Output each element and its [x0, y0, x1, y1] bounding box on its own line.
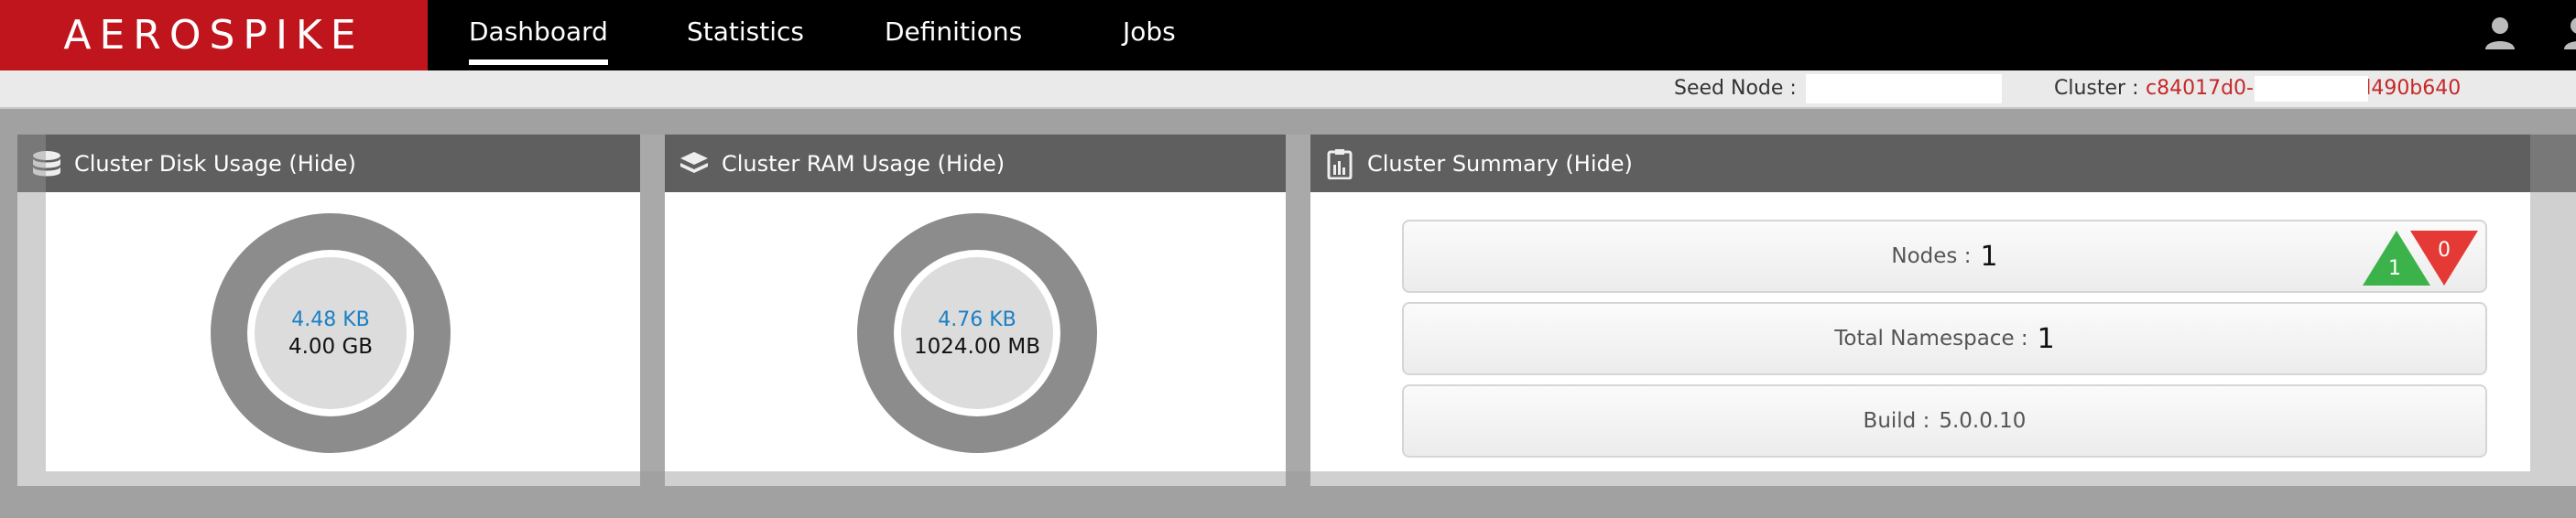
build-row: Build : 5.0.0.10 [1402, 384, 2487, 458]
logo-text: AEROSPIKE [63, 12, 364, 59]
namespace-row: Total Namespace : 1 [1402, 302, 2487, 375]
cluster-disk-panel: Cluster Disk Usage (Hide) 4.48 KB 4.00 G… [17, 135, 640, 486]
overlay-top [0, 109, 2576, 135]
overlay-left [0, 135, 46, 518]
settings-icon[interactable] [2560, 15, 2576, 51]
summary-panel-title[interactable]: Cluster Summary (Hide) [1367, 151, 1633, 177]
cluster-summary-panel: Cluster Summary (Hide) Nodes : 1 1 0 Tot… [1310, 135, 2576, 486]
nodes-down-icon: 0 [2410, 231, 2478, 286]
nodes-up-count: 1 [2388, 257, 2401, 280]
nav-definitions[interactable]: Definitions [885, 16, 1022, 59]
ram-usage-donut: 4.76 KB 1024.00 MB [857, 213, 1097, 453]
overlay-right [2530, 135, 2576, 518]
disk-usage-donut: 4.48 KB 4.00 GB [211, 213, 451, 453]
user-icon[interactable] [2482, 15, 2518, 51]
summary-panel-header[interactable]: Cluster Summary (Hide) [1310, 135, 2576, 192]
build-label: Build : [1863, 409, 1930, 433]
namespace-label: Total Namespace : [1834, 327, 2028, 351]
ram-used-value: 4.76 KB [938, 308, 1016, 331]
cluster-info-bar: Seed Node : Cluster : c84017d0- b6f5-06f… [0, 70, 2576, 109]
nav-statistics[interactable]: Statistics [687, 16, 804, 59]
top-navbar: AEROSPIKE Dashboard Statistics Definitio… [0, 0, 2576, 70]
aerospike-logo[interactable]: AEROSPIKE [0, 0, 428, 70]
disk-used-value: 4.48 KB [291, 308, 370, 331]
nodes-label: Nodes : [1891, 244, 1972, 268]
ram-panel-header[interactable]: Cluster RAM Usage (Hide) [665, 135, 1286, 192]
nav-dashboard[interactable]: Dashboard [469, 16, 608, 65]
clipboard-chart-icon [1323, 147, 1356, 180]
disk-panel-header[interactable]: Cluster Disk Usage (Hide) [17, 135, 640, 192]
ram-total-value: 1024.00 MB [913, 334, 1041, 359]
nodes-value: 1 [1980, 240, 1998, 273]
namespace-value: 1 [2037, 322, 2055, 355]
build-value: 5.0.0.10 [1939, 409, 2027, 433]
overlay-bottom [46, 471, 2530, 518]
cluster-ram-panel: Cluster RAM Usage (Hide) 4.76 KB 1024.00… [665, 135, 1286, 486]
seed-node-value [1806, 74, 2002, 103]
nodes-row: Nodes : 1 1 0 [1402, 220, 2487, 293]
nav-jobs[interactable]: Jobs [1123, 16, 1176, 59]
nodes-down-count: 0 [2438, 239, 2451, 262]
ram-panel-title[interactable]: Cluster RAM Usage (Hide) [722, 151, 1005, 177]
disk-total-value: 4.00 GB [288, 334, 374, 359]
disk-panel-title[interactable]: Cluster Disk Usage (Hide) [74, 151, 356, 177]
cluster-label: Cluster : [2054, 77, 2139, 100]
stack-icon [678, 147, 711, 180]
redacted-mask [2255, 76, 2368, 102]
seed-node-label: Seed Node : [1674, 77, 1797, 100]
